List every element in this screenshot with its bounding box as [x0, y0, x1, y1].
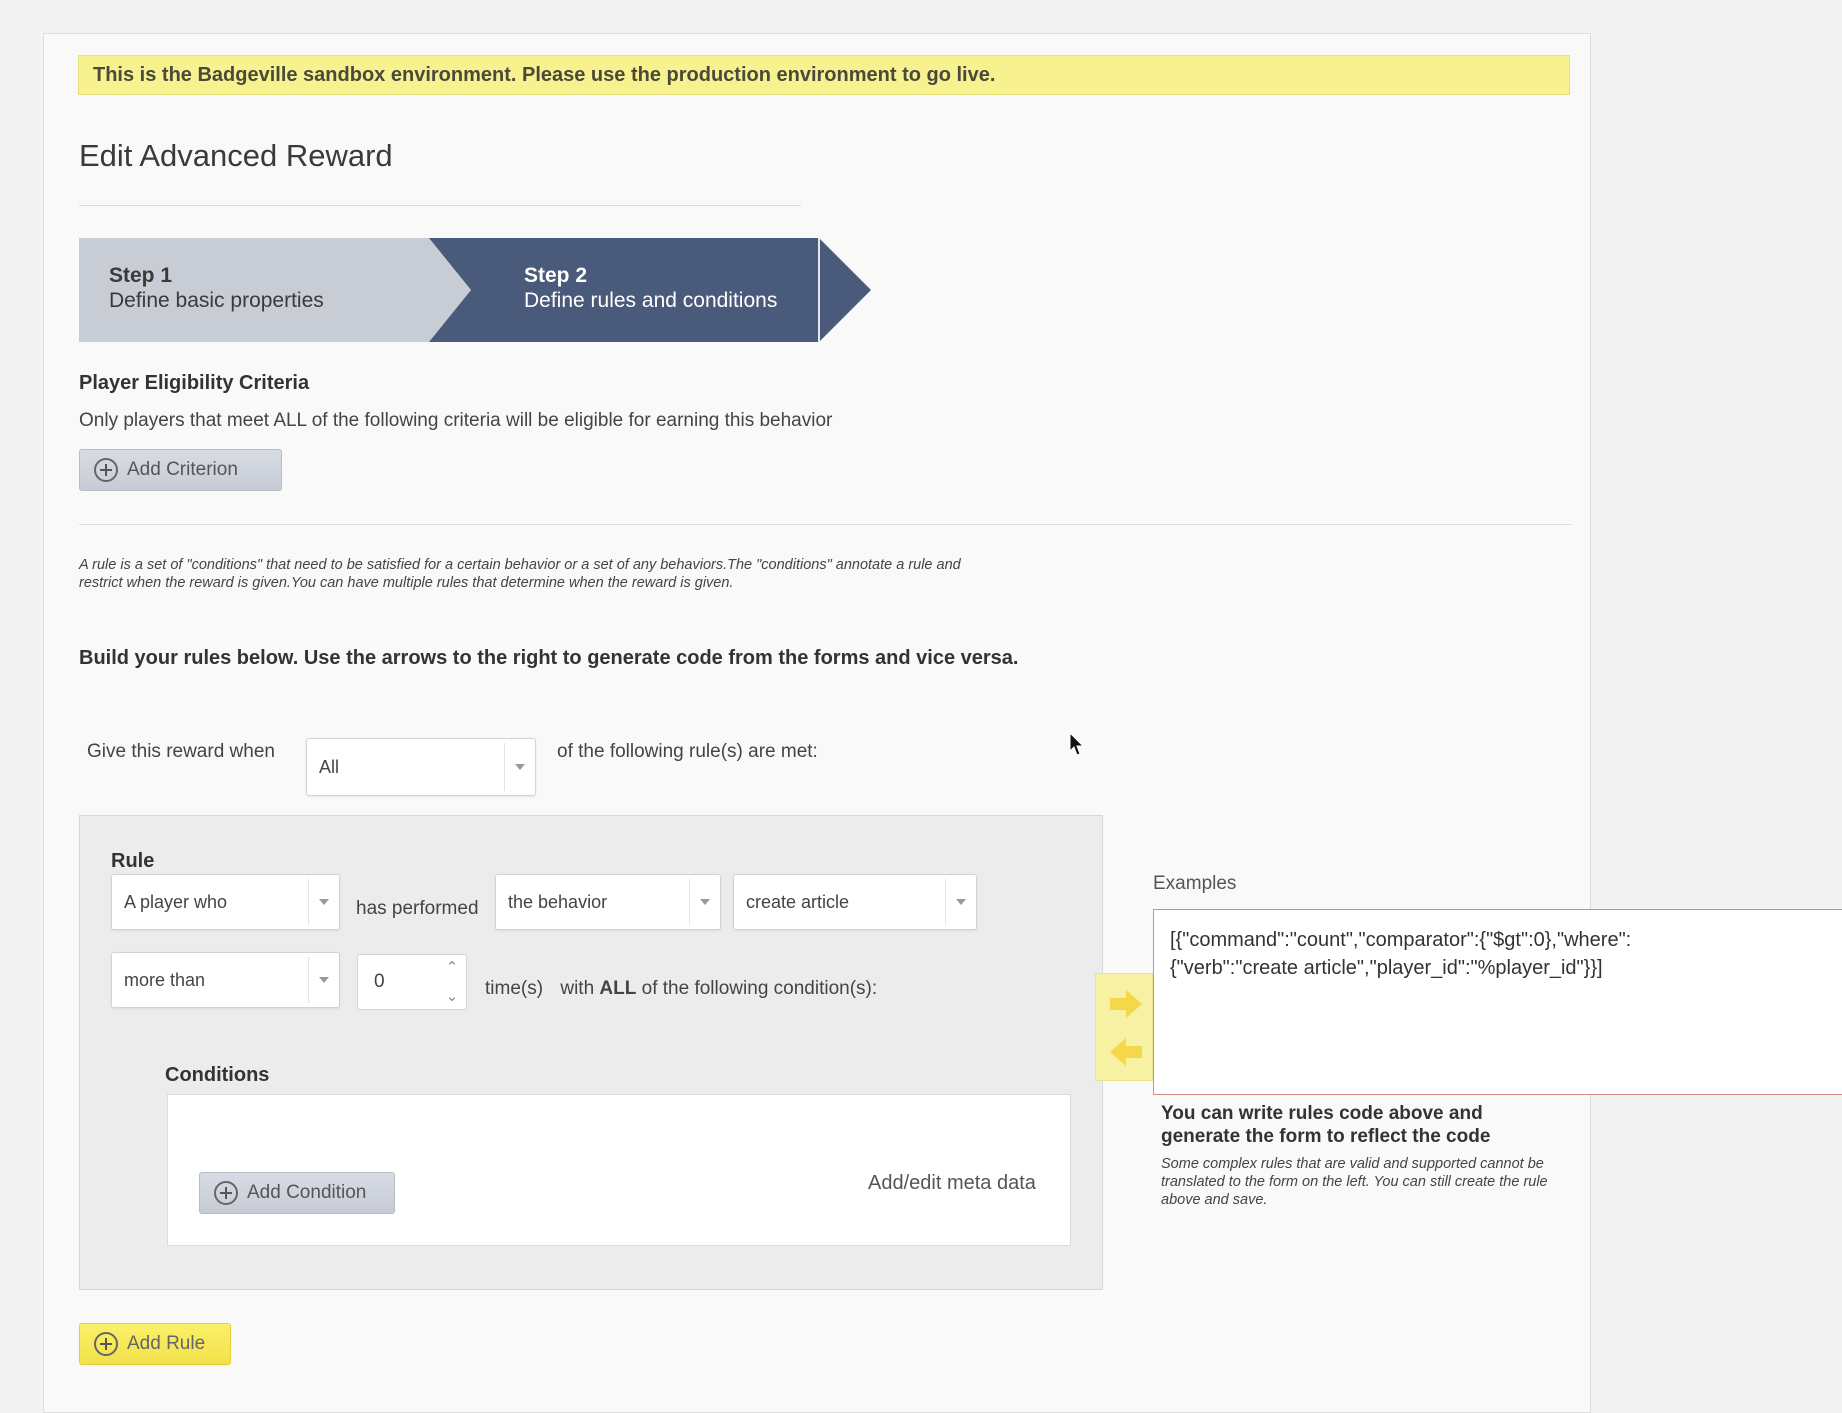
- sandbox-banner: This is the Badgeville sandbox environme…: [78, 55, 1570, 95]
- rule-target-value: the behavior: [508, 891, 608, 912]
- step-1-number: Step 1: [109, 264, 173, 287]
- build-rules-heading: Build your rules below. Use the arrows t…: [79, 647, 1019, 669]
- code-help-note: Some complex rules that are valid and su…: [1161, 1156, 1548, 1208]
- stepper-arrows: ⌃ ⌄: [444, 960, 460, 1004]
- rule-subject-value: A player who: [124, 891, 228, 912]
- chevron-down-icon: [308, 957, 339, 1003]
- plus-circle-icon: [94, 458, 118, 482]
- reward-when-prefix: Give this reward when: [87, 741, 275, 762]
- count-stepper[interactable]: 0 ⌃ ⌄: [357, 954, 467, 1010]
- conditions-clause: time(s) with ALL of the following condit…: [485, 978, 877, 1000]
- comparator-select[interactable]: more than: [111, 952, 340, 1008]
- rule-title: Rule: [111, 850, 155, 872]
- add-condition-button[interactable]: Add Condition: [199, 1172, 395, 1214]
- add-rule-button[interactable]: Add Rule: [79, 1323, 231, 1365]
- count-value: 0: [374, 971, 385, 992]
- wizard-step-1[interactable]: Step 1 Define basic properties: [109, 263, 324, 313]
- step-1-label: Define basic properties: [109, 289, 324, 312]
- code-sync-bar: [1095, 973, 1153, 1081]
- chevron-down-icon: [504, 743, 535, 791]
- reward-when-suffix: of the following rule(s) are met:: [557, 741, 818, 762]
- all-text: ALL: [599, 978, 637, 999]
- chevron-up-icon[interactable]: ⌃: [446, 960, 459, 975]
- code-line-1: [{"command":"count","comparator":{"$gt":…: [1170, 929, 1632, 951]
- page-title: Edit Advanced Reward: [79, 138, 393, 173]
- add-criterion-label: Add Criterion: [127, 459, 238, 480]
- has-performed-text: has performed: [356, 898, 479, 919]
- chevron-down-icon[interactable]: ⌄: [446, 989, 459, 1004]
- with-text: with: [560, 978, 595, 999]
- rule-description: A rule is a set of "conditions" that nee…: [79, 557, 961, 591]
- arrow-right-icon[interactable]: [1108, 988, 1144, 1020]
- examples-label: Examples: [1153, 873, 1237, 894]
- rule-match-value: All: [319, 756, 340, 777]
- eligibility-description: Only players that meet ALL of the follow…: [79, 410, 833, 431]
- times-text: time(s): [485, 978, 544, 999]
- rule-target-select[interactable]: the behavior: [495, 874, 721, 930]
- chevron-down-icon: [308, 879, 339, 925]
- comparator-value: more than: [124, 969, 206, 990]
- section-divider: [79, 524, 1571, 525]
- rule-match-select[interactable]: All: [306, 738, 536, 796]
- plus-circle-icon: [214, 1181, 238, 1205]
- rules-code-editor[interactable]: [{"command":"count","comparator":{"$gt":…: [1153, 909, 1842, 1095]
- mouse-cursor-icon: [1069, 732, 1085, 756]
- code-help-text: You can write rules code above and gener…: [1161, 1103, 1491, 1147]
- behavior-select[interactable]: create article: [733, 874, 977, 930]
- add-rule-label: Add Rule: [127, 1333, 206, 1354]
- edit-meta-data-link[interactable]: Add/edit meta data: [868, 1172, 1036, 1195]
- eligibility-heading: Player Eligibility Criteria: [79, 372, 310, 394]
- step-2-number: Step 2: [524, 264, 588, 287]
- title-divider: [79, 205, 801, 206]
- code-line-2: {"verb":"create article","player_id":"%p…: [1170, 957, 1603, 979]
- step-2-label: Define rules and conditions: [524, 289, 778, 312]
- behavior-value: create article: [746, 891, 850, 912]
- conditions-title: Conditions: [165, 1064, 270, 1086]
- chevron-down-icon: [689, 879, 720, 925]
- arrow-left-icon[interactable]: [1108, 1036, 1144, 1068]
- conditions-suffix-text: of the following condition(s):: [641, 978, 878, 999]
- chevron-down-icon: [945, 879, 976, 925]
- plus-circle-icon: [94, 1332, 118, 1356]
- rule-subject-select[interactable]: A player who: [111, 874, 340, 930]
- conditions-panel: [167, 1094, 1071, 1246]
- add-criterion-button[interactable]: Add Criterion: [79, 449, 282, 491]
- wizard-step-2[interactable]: Step 2 Define rules and conditions: [524, 263, 777, 313]
- add-condition-label: Add Condition: [247, 1182, 367, 1203]
